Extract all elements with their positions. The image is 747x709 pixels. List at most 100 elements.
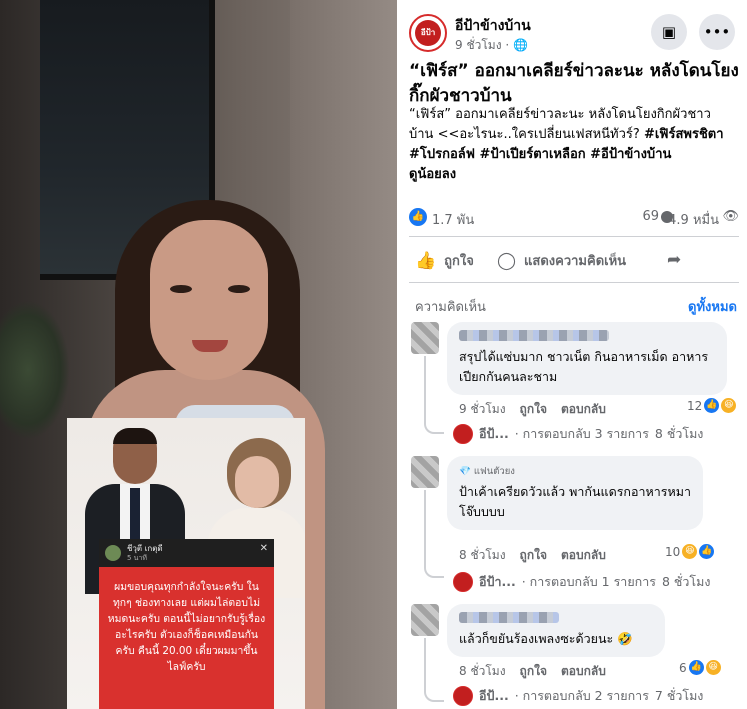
reaction-count: 12 xyxy=(687,398,703,413)
comment-reply-button[interactable]: ตอบกลับ xyxy=(561,400,606,419)
reply-time: 8 ชั่วโมง xyxy=(661,574,711,589)
reply-summary: · การตอบกลับ 2 รายการ xyxy=(514,688,649,703)
divider xyxy=(409,282,739,283)
story-text: ผมขอบคุณทุกกำลังใจนะครับ ในทุกๆ ช่องทางเ… xyxy=(107,581,266,673)
comment-meta: 9 ชั่วโมง ถูกใจ ตอบกลับ xyxy=(459,400,606,419)
speech-bubble-icon: ◯ xyxy=(497,250,517,271)
comment-like-button[interactable]: ถูกใจ xyxy=(520,400,547,419)
comment-reactions[interactable]: 10 😆 👍 xyxy=(665,544,715,559)
haha-reaction-icon: 😆 xyxy=(682,544,698,559)
post-title: “เฟิร์ส” ออกมาเคลียร์ข่าวละนะ หลังโดนโยง… xyxy=(409,61,739,106)
comments-label: ความคิดเห็น xyxy=(415,300,486,315)
comment-text: แล้วก็ขยันร้องเพลงซะด้วยนะ 🤣 xyxy=(459,631,633,646)
comment-reply-button[interactable]: ตอบกลับ xyxy=(561,662,606,681)
like-count[interactable]: 1.7 พัน xyxy=(432,209,474,230)
post-stats: 👍 1.7 พัน 69 4.9 หมื่น 👁 xyxy=(409,206,739,228)
thumbs-up-icon: 👍 xyxy=(415,250,437,271)
post-time[interactable]: 9 ชั่วโมง xyxy=(455,38,502,52)
page-logo: อีป้า xyxy=(415,20,441,46)
see-less-link[interactable]: ดูน้อยลง xyxy=(409,167,456,182)
comment-text: สรุปได้แซ่บมาก ชาวเน็ต กินอาหารเม็ด อาหา… xyxy=(459,349,709,384)
page-mini-avatar xyxy=(453,424,473,444)
like-reaction-icon: 👍 xyxy=(699,544,715,559)
comment-meta: 8 ชั่วโมง ถูกใจ ตอบกลับ xyxy=(459,546,606,565)
story-card: ชีวุตี เกตุดี 5 นาที ✕ ผมขอบคุณทุกกำลังใ… xyxy=(99,539,274,709)
more-icon: ••• xyxy=(703,23,731,41)
comment-time[interactable]: 9 ชั่วโมง xyxy=(459,400,506,419)
haha-reaction-icon: 😆 xyxy=(705,660,721,675)
bookmark-icon: ▣ xyxy=(661,23,677,41)
post-sidebar: อีป้า อีป้าข้างบ้าน 9 ชั่วโมง · 🌐 ▣ ••• … xyxy=(397,0,747,709)
presenter-eye-left xyxy=(170,285,192,293)
comment-time[interactable]: 8 ชั่วโมง xyxy=(459,662,506,681)
comment-button[interactable]: ◯ แสดงความคิดเห็น xyxy=(497,250,626,271)
reply-thread-line xyxy=(424,356,444,434)
reaction-count: 10 xyxy=(665,544,681,559)
comment-text: ป้าเค้าเครียดวัวแล้ว พากันแดรกอาหารหมา โ… xyxy=(459,484,691,519)
comment-bubble: แล้วก็ขยันร้องเพลงซะด้วยนะ 🤣 xyxy=(447,604,665,657)
story-header: ชีวุตี เกตุดี 5 นาที ✕ xyxy=(99,539,274,567)
commenter-name[interactable] xyxy=(459,330,609,341)
top-fan-badge: 💎 แฟนตัวยง xyxy=(459,466,515,477)
comment-like-button[interactable]: ถูกใจ xyxy=(520,546,547,565)
view-count: 4.9 หมื่น xyxy=(668,213,719,228)
reply-time: 8 ชั่วโมง xyxy=(654,426,704,441)
like-reaction-icon[interactable]: 👍 xyxy=(409,208,427,226)
like-reaction-icon: 👍 xyxy=(688,660,704,675)
reply-page-name: อีป้... xyxy=(479,426,509,441)
like-label: ถูกใจ xyxy=(444,254,474,269)
comment-bubble: 💎 แฟนตัวยง ป้าเค้าเครียดวัวแล้ว พากันแดร… xyxy=(447,456,703,530)
globe-icon: 🌐 xyxy=(513,38,528,52)
share-button[interactable]: ➦ xyxy=(667,250,681,270)
comment-bubble: สรุปได้แซ่บมาก ชาวเน็ต กินอาหารเม็ด อาหา… xyxy=(447,322,727,395)
comment-time[interactable]: 8 ชั่วโมง xyxy=(459,546,506,565)
story-avatar xyxy=(105,545,121,561)
reply-summary: · การตอบกลับ 1 รายการ xyxy=(521,574,656,589)
view-replies-link[interactable]: อีป้า... · การตอบกลับ 1 รายการ 8 ชั่วโมง xyxy=(453,572,710,592)
see-all-comments-link[interactable]: ดูทั้งหมด xyxy=(688,296,737,317)
background-plant xyxy=(0,300,70,440)
comment-reactions[interactable]: 12 👍 😆 xyxy=(687,398,737,413)
story-time: 5 นาที xyxy=(127,554,148,562)
comment-meta: 8 ชั่วโมง ถูกใจ ตอบกลับ xyxy=(459,662,606,681)
reply-thread-line xyxy=(424,638,444,702)
reply-summary: · การตอบกลับ 3 รายการ xyxy=(514,426,649,441)
more-options-button[interactable]: ••• xyxy=(699,14,735,50)
presenter-eye-right xyxy=(228,285,250,293)
commenter-avatar[interactable] xyxy=(411,456,439,488)
post-body: “เฟิร์ส” ออกมาเคลียร์ข่าวละนะ หลังโดนโยง… xyxy=(409,105,735,185)
reaction-count: 6 xyxy=(679,660,687,675)
commenter-avatar[interactable] xyxy=(411,604,439,636)
share-icon: ➦ xyxy=(667,250,682,270)
commenter-avatar[interactable] xyxy=(411,322,439,354)
comment-reply-button[interactable]: ตอบกลับ xyxy=(561,546,606,565)
commenter-name[interactable] xyxy=(459,612,559,623)
comment-count[interactable]: 69 xyxy=(642,209,659,224)
page-mini-avatar xyxy=(453,572,473,592)
reply-time: 7 ชั่วโมง xyxy=(654,688,704,703)
divider xyxy=(409,236,739,237)
haha-reaction-icon: 😆 xyxy=(721,398,737,413)
like-reaction-icon: 👍 xyxy=(704,398,720,413)
comment-label: แสดงความคิดเห็น xyxy=(524,254,627,269)
reply-page-name: อีป้... xyxy=(479,688,509,703)
like-button[interactable]: 👍 ถูกใจ xyxy=(415,250,474,271)
page-name[interactable]: อีป้าข้างบ้าน xyxy=(455,15,531,37)
save-button[interactable]: ▣ xyxy=(651,14,687,50)
post-header: อีป้า อีป้าข้างบ้าน 9 ชั่วโมง · 🌐 ▣ ••• xyxy=(409,12,735,56)
facebook-post-viewer: ชีวุตี เกตุดี 5 นาที ✕ ผมขอบคุณทุกกำลังใ… xyxy=(0,0,747,709)
reply-thread-line xyxy=(424,490,444,578)
view-replies-link[interactable]: อีป้... · การตอบกลับ 3 รายการ 8 ชั่วโมง xyxy=(453,424,703,444)
post-actions: 👍 ถูกใจ ◯ แสดงความคิดเห็น ➦ xyxy=(409,244,739,278)
view-replies-link[interactable]: อีป้... · การตอบกลับ 2 รายการ 7 ชั่วโมง xyxy=(453,686,703,706)
page-avatar[interactable]: อีป้า xyxy=(409,14,447,52)
eye-icon: 👁 xyxy=(722,209,739,224)
comment-reactions[interactable]: 6 👍 😆 xyxy=(679,660,721,675)
story-screenshot-overlay: ชีวุตี เกตุดี 5 นาที ✕ ผมขอบคุณทุกกำลังใ… xyxy=(67,418,305,709)
comment-like-button[interactable]: ถูกใจ xyxy=(520,662,547,681)
dot-separator: · xyxy=(505,38,514,52)
reply-page-name: อีป้า... xyxy=(479,574,516,589)
presenter-face xyxy=(150,220,268,380)
post-meta: 9 ชั่วโมง · 🌐 xyxy=(455,36,528,55)
post-video[interactable]: ชีวุตี เกตุดี 5 นาที ✕ ผมขอบคุณทุกกำลังใ… xyxy=(0,0,397,709)
